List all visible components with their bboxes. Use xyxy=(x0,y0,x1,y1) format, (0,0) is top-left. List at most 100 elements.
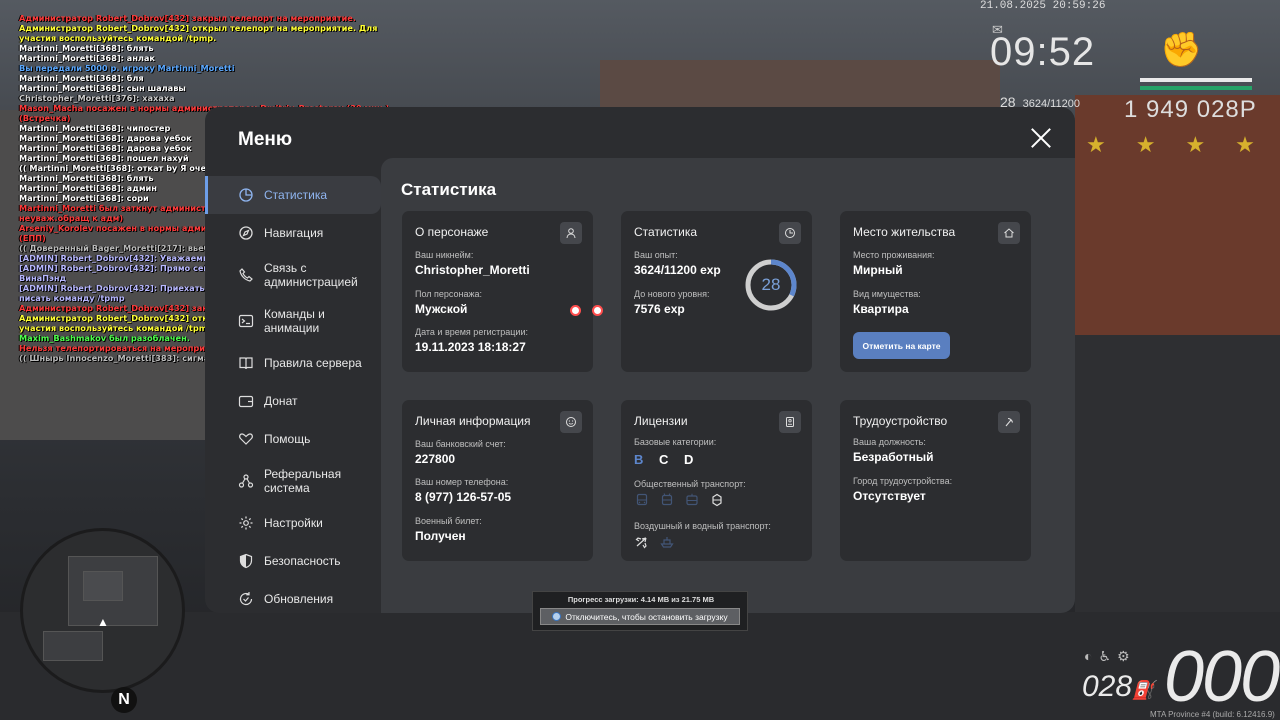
phone-value: 8 (977) 126-57-05 xyxy=(415,490,512,504)
speed-readout: 000 xyxy=(1164,637,1280,717)
sidebar-item-wallet[interactable]: Донат xyxy=(205,382,381,420)
reg-label: Дата и время регистрации: xyxy=(415,327,528,337)
military-label: Военный билет: xyxy=(415,516,482,526)
chat-message: Вы передали 5000 р. игроку Martinni_More… xyxy=(19,63,235,73)
shield-icon xyxy=(237,552,255,570)
air-water-transport-icons xyxy=(634,534,674,549)
card-title: Лицензии xyxy=(634,414,688,428)
card-statistics: Статистика Ваш опыт: 3624/11200 exp До н… xyxy=(621,211,812,372)
nick-label: Ваш никнейм: xyxy=(415,250,474,260)
nick-value: Christopher_Moretti xyxy=(415,263,530,277)
sidebar-item-label: Реферальная система xyxy=(264,467,342,495)
military-value: Получен xyxy=(415,529,466,543)
sidebar-item-label: Команды и анимации xyxy=(264,307,325,335)
chat-message: Martinni_Moretti[368]: анлак xyxy=(19,53,155,63)
pie-chart-icon xyxy=(237,186,255,204)
sidebar-item-compass[interactable]: Навигация xyxy=(205,214,381,252)
sidebar-item-label: Помощь xyxy=(264,432,311,446)
airplane-icon xyxy=(634,534,649,549)
vehicle-status-icons: ◐♿⚙ xyxy=(1084,648,1136,665)
sidebar-item-referral[interactable]: Реферальная система xyxy=(205,458,381,504)
phone-icon xyxy=(237,266,255,284)
user-icon xyxy=(560,222,582,244)
phone-label: Ваш номер телефона: xyxy=(415,477,509,487)
chat-message: Christopher_Moretti[376]: хахаха xyxy=(19,93,175,103)
terminal-icon xyxy=(237,312,255,330)
sidebar-item-gear[interactable]: Настройки xyxy=(205,504,381,542)
download-progress: Прогресс загрузки: 4.14 MB из 21.75 MB О… xyxy=(532,591,748,631)
house-icon xyxy=(998,222,1020,244)
chat-message: участия воспользуйтесь командой /tpmp. xyxy=(19,33,217,43)
card-title: Статистика xyxy=(634,225,698,239)
sidebar-item-label: Навигация xyxy=(264,226,324,240)
sidebar-item-label: Безопасность xyxy=(264,554,341,568)
gender-female-icon xyxy=(592,305,603,316)
fuel-readout: 028⛽ xyxy=(1082,670,1154,704)
job-city-value: Отсутствует xyxy=(853,489,926,503)
sidebar-item-shield[interactable]: Безопасность xyxy=(205,542,381,580)
bank-label: Ваш банковский счет: xyxy=(415,439,506,449)
sidebar-item-pie-chart[interactable]: Статистика xyxy=(205,176,381,214)
minimap-block xyxy=(83,571,123,601)
public-transport-label: Общественный транспорт: xyxy=(634,479,746,489)
content-title: Статистика xyxy=(401,180,497,199)
sidebar-item-label: Правила сервера xyxy=(264,356,362,370)
gender-value: Мужской xyxy=(415,302,468,316)
license-category-cd: C D xyxy=(659,452,700,467)
sidebar-item-label: Настройки xyxy=(264,516,323,530)
content-panel: Статистика О персонаже Ваш никнейм: Chri… xyxy=(381,158,1075,613)
chat-message: Администратор Robert_Dobrov[432] закрыл … xyxy=(19,13,356,23)
player-marker-icon: ▲ xyxy=(97,615,109,629)
bus-icon xyxy=(634,492,649,507)
seatbelt-icon: ♿ xyxy=(1098,648,1118,664)
sidebar-item-phone[interactable]: Связь с администрацией xyxy=(205,252,381,298)
boat-icon xyxy=(659,534,674,549)
sidebar-item-book[interactable]: Правила сервера xyxy=(205,344,381,382)
exp-value: 3624/11200 exp xyxy=(634,263,721,277)
property-type-label: Вид имущества: xyxy=(853,289,921,299)
download-progress-text: Прогресс загрузки: 4.14 MB из 21.75 MB xyxy=(567,595,715,604)
clock-chart-icon xyxy=(779,222,801,244)
health-armor-bars xyxy=(1140,78,1252,90)
sidebar-item-label: Статистика xyxy=(264,188,328,202)
card-title: Место жительства xyxy=(853,225,956,239)
metro-icon xyxy=(709,492,724,507)
place-value: Мирный xyxy=(853,263,903,277)
fuel-value: 028 xyxy=(1082,670,1133,703)
card-title: Личная информация xyxy=(415,414,531,428)
minimap-north: N xyxy=(111,687,137,713)
engine-icon: ⚙ xyxy=(1117,648,1136,664)
card-residence: Место жительства Место проживания: Мирны… xyxy=(840,211,1031,372)
exp-label: Ваш опыт: xyxy=(634,250,678,260)
book-icon xyxy=(237,354,255,372)
main-menu: Меню Статистика Навигация Связь с админист… xyxy=(205,107,1075,613)
place-label: Место проживания: xyxy=(853,250,935,260)
id-card-icon xyxy=(779,411,801,433)
trolleybus-icon xyxy=(659,492,674,507)
pickaxe-icon xyxy=(998,411,1020,433)
level-number: 28 xyxy=(761,275,781,294)
sidebar-item-terminal[interactable]: Команды и анимации xyxy=(205,298,381,344)
public-transport-icons xyxy=(634,492,724,507)
minimap: ▲ xyxy=(20,528,185,693)
headlight-icon: ◐ xyxy=(1084,648,1099,664)
stop-download-label: Отключитесь, чтобы остановить загрузку xyxy=(565,611,728,622)
gender-label: Пол персонажа: xyxy=(415,289,483,299)
health-bar xyxy=(1140,78,1252,82)
card-employment: Трудоустройство Ваша должность: Безработ… xyxy=(840,400,1031,561)
mark-on-map-button[interactable]: Отметить на карте xyxy=(853,332,950,359)
close-button[interactable] xyxy=(1030,127,1052,149)
fuel-icon: ⛽ xyxy=(1132,680,1155,700)
sidebar-item-heart-hand[interactable]: Помощь xyxy=(205,420,381,458)
sidebar-item-update[interactable]: Обновления xyxy=(205,580,381,613)
menu-title: Меню xyxy=(238,129,293,150)
base-categories-label: Базовые категории: xyxy=(634,437,717,447)
update-icon xyxy=(237,590,255,608)
card-title: Трудоустройство xyxy=(853,414,948,428)
armor-bar xyxy=(1140,86,1252,90)
sidebar-item-label: Обновления xyxy=(264,592,334,606)
compass-icon xyxy=(237,224,255,242)
card-character: О персонаже Ваш никнейм: Christopher_Mor… xyxy=(402,211,603,372)
tram-icon xyxy=(684,492,699,507)
stop-download-button[interactable]: Отключитесь, чтобы остановить загрузку xyxy=(540,608,740,625)
